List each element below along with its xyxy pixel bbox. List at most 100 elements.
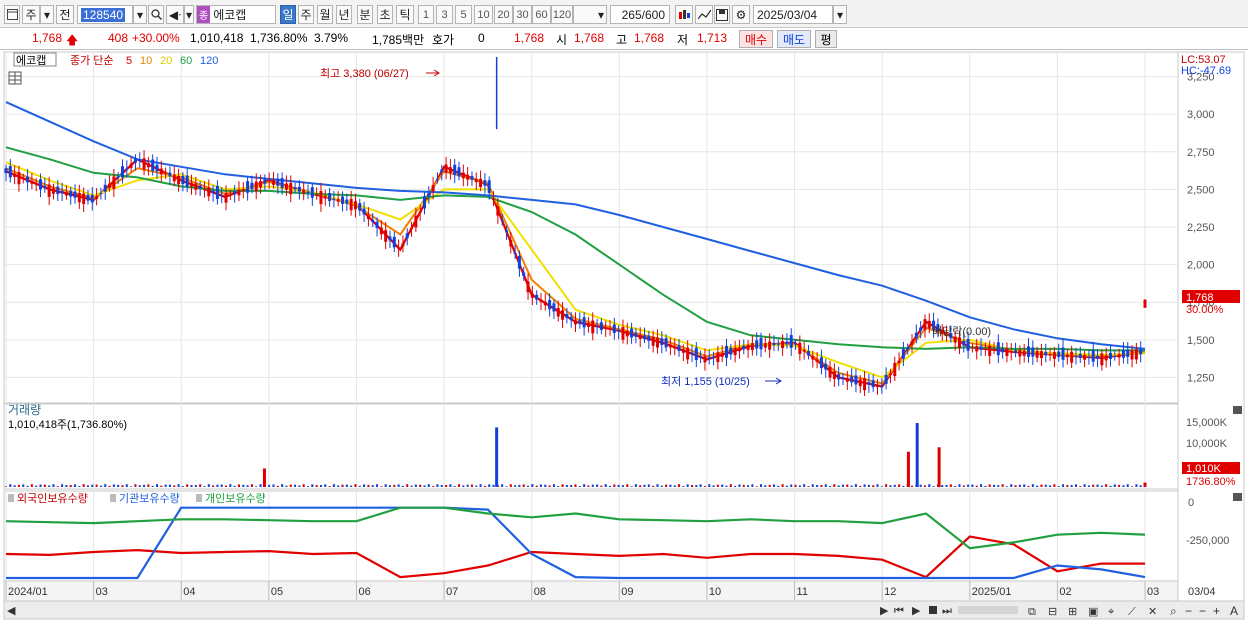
candle-body: [1065, 354, 1069, 358]
volume-panel-close-icon[interactable]: [1233, 406, 1242, 414]
candle-body: [358, 203, 362, 211]
scroll-bar[interactable]: [3, 600, 1245, 620]
chevron-down-icon[interactable]: ▾: [40, 5, 54, 24]
tab-minute[interactable]: 분: [357, 5, 373, 24]
rewind-icon[interactable]: ⏮: [894, 605, 904, 617]
x-axis-label: 12: [884, 586, 896, 598]
cross-icon[interactable]: ✕: [1148, 606, 1157, 618]
zoom-in-icon[interactable]: +: [1213, 604, 1220, 618]
price-tag: 1,768: [1186, 292, 1214, 304]
holding-panel-close-icon[interactable]: [1233, 493, 1242, 501]
interval-1[interactable]: 1: [418, 5, 434, 24]
calendar-dropdown-icon[interactable]: ▾: [833, 5, 847, 24]
speaker-icon[interactable]: ◀ᐧ: [166, 5, 184, 24]
scroll-right-icon[interactable]: ▶: [880, 605, 889, 617]
stock-code-input[interactable]: 128540: [77, 5, 133, 24]
x-axis-label: 07: [446, 586, 458, 598]
volume-bar: [492, 484, 495, 487]
interval-20[interactable]: 20: [494, 5, 513, 24]
buy-button[interactable]: 매수: [739, 30, 773, 48]
overlay-icon[interactable]: [695, 5, 713, 24]
interval-5[interactable]: 5: [455, 5, 472, 24]
volume-bar: [345, 484, 348, 487]
candle-body: [384, 230, 388, 242]
candle-body: [474, 178, 478, 183]
candle-body: [781, 341, 785, 349]
candle-body: [138, 159, 142, 161]
line-icon[interactable]: ⟋: [1128, 606, 1136, 618]
interval-30[interactable]: 30: [513, 5, 532, 24]
volume-bar: [117, 484, 120, 487]
window-menu-icon[interactable]: [4, 5, 20, 24]
volume-bar: [436, 484, 439, 487]
cursor-icon[interactable]: ⌖: [1108, 606, 1114, 618]
volume-bar: [1049, 485, 1052, 487]
eval-button[interactable]: 평: [815, 30, 837, 48]
candle-body: [47, 184, 51, 197]
volume-bar: [397, 484, 400, 487]
search-icon[interactable]: [148, 5, 164, 24]
tab-week[interactable]: 주: [298, 5, 314, 24]
volume-bar: [824, 484, 827, 487]
scroll-left-icon[interactable]: ◀: [7, 605, 16, 617]
tab-year[interactable]: 년: [336, 5, 352, 24]
candle-body: [578, 320, 582, 325]
volume-bar: [91, 484, 94, 487]
volume-bar: [328, 486, 331, 487]
chevron-down-icon[interactable]: ▾: [184, 5, 194, 24]
volume-bar: [652, 485, 655, 487]
volume-bar: [876, 484, 879, 487]
candle-body: [487, 180, 491, 193]
prev-button[interactable]: 전: [56, 5, 74, 24]
interval-60[interactable]: 60: [532, 5, 551, 24]
save-icon[interactable]: [714, 5, 730, 24]
tab-day[interactable]: 일: [280, 5, 296, 24]
layout-icon[interactable]: ⧉: [1028, 606, 1036, 618]
stock-name-field[interactable]: 종 에코캡: [196, 5, 276, 24]
volume-bar: [535, 485, 538, 487]
chevron-down-icon[interactable]: ▾: [595, 5, 607, 24]
chart-toolbar: 주 ▾ 전 128540 ▾ ◀ᐧ ▾ 종 에코캡 일 주 월 년 분 초 틱 …: [0, 0, 1248, 28]
volume-bar: [708, 484, 711, 487]
font-size-icon[interactable]: A: [1230, 604, 1238, 618]
price-y-tick: 2,750: [1187, 147, 1215, 159]
zoom-icon[interactable]: ⌕: [1170, 604, 1177, 618]
candle-body: [280, 178, 284, 189]
bar-count-field[interactable]: 265/600: [610, 5, 670, 24]
play-icon[interactable]: ▶: [912, 605, 921, 617]
zoom-slider[interactable]: [958, 606, 1018, 614]
gear-icon[interactable]: ⚙: [732, 5, 750, 24]
minus-icon[interactable]: −: [1199, 604, 1206, 618]
interval-3[interactable]: 3: [436, 5, 453, 24]
interval-10[interactable]: 10: [474, 5, 493, 24]
volume-bar: [600, 485, 603, 487]
panel-icon[interactable]: ▣: [1088, 606, 1098, 618]
grid-icon[interactable]: ⊞: [1068, 606, 1077, 618]
tab-month[interactable]: 월: [317, 5, 333, 24]
tab-tick[interactable]: 틱: [396, 5, 414, 24]
zoom-out-icon[interactable]: −: [1185, 604, 1192, 618]
volume-bar: [794, 484, 797, 487]
chart-type-icon[interactable]: [675, 5, 693, 24]
split-icon[interactable]: ⊟: [1048, 606, 1057, 618]
period-select[interactable]: 주: [22, 5, 40, 24]
stock-chart[interactable]: 3,2503,0002,7502,5002,2502,0001,7501,500…: [0, 50, 1248, 621]
candle-body: [755, 340, 759, 349]
tab-second[interactable]: 초: [377, 5, 393, 24]
volume-bar: [785, 485, 788, 487]
bar-count: 265: [621, 7, 642, 22]
volume-bar: [479, 484, 482, 487]
interval-120[interactable]: 120: [551, 5, 573, 24]
date-input[interactable]: 2025/03/04: [753, 5, 833, 24]
candle-body: [815, 359, 819, 362]
sell-button[interactable]: 매도: [777, 30, 811, 48]
code-dropdown-icon[interactable]: ▾: [133, 5, 147, 24]
volume-bar: [1062, 484, 1065, 487]
candle-body: [876, 384, 880, 388]
candle-body: [228, 194, 232, 196]
candle-body: [341, 196, 345, 204]
volume-spike-bar: [495, 427, 499, 487]
volume-bar: [13, 485, 16, 487]
stop-icon[interactable]: [929, 606, 937, 614]
forward-icon[interactable]: ⏭: [942, 605, 952, 617]
